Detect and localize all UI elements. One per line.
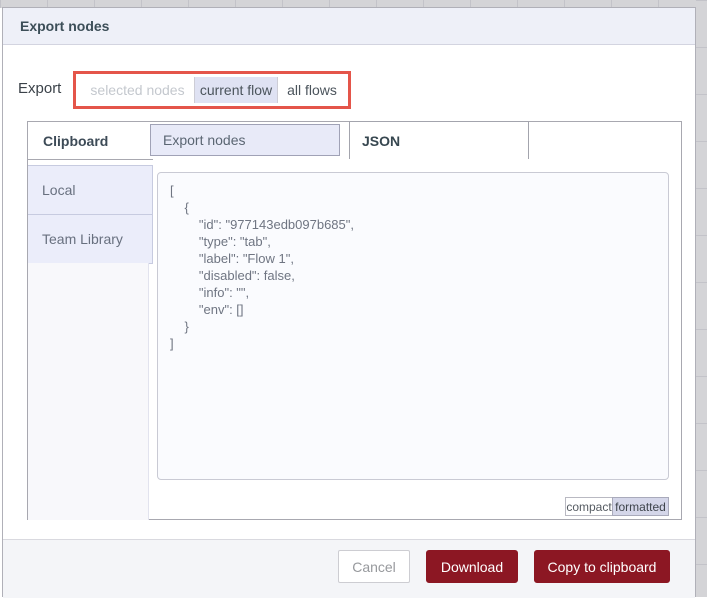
dialog-header: Export nodes <box>3 8 695 45</box>
json-export-preview[interactable]: [ { "id": "977143edb097b685", "type": "t… <box>157 172 669 480</box>
json-format-toggle: compact formatted <box>565 497 669 516</box>
export-scope-label: Export <box>18 80 62 97</box>
export-nodes-dialog: Export nodes Export selected nodes curre… <box>2 7 696 598</box>
json-line: } <box>170 319 189 334</box>
json-line: "id": "977143edb097b685", <box>170 217 354 232</box>
sidebar-empty-area <box>28 263 149 520</box>
format-compact-button[interactable]: compact <box>565 497 612 516</box>
json-line: { <box>170 200 189 215</box>
export-tabs-container: Clipboard Export nodes JSON Local Team L… <box>27 121 682 520</box>
json-line: "label": "Flow 1", <box>170 251 294 266</box>
format-formatted-button[interactable]: formatted <box>612 497 669 516</box>
json-line: "info": "", <box>170 285 250 300</box>
tab-json[interactable]: JSON <box>349 121 529 159</box>
tab-clipboard[interactable]: Clipboard <box>28 122 153 160</box>
json-line: ] <box>170 336 174 351</box>
sidebar-item-local[interactable]: Local <box>28 165 153 215</box>
dialog-title: Export nodes <box>20 18 110 34</box>
annotation-highlight-rectangle <box>73 71 351 109</box>
json-line: "type": "tab", <box>170 234 271 249</box>
cancel-button[interactable]: Cancel <box>338 550 410 583</box>
json-line: [ <box>170 183 174 198</box>
sidebar-item-team-library[interactable]: Team Library <box>28 214 153 264</box>
json-line: "env": [] <box>170 302 244 317</box>
workspace-grid-right <box>696 0 707 597</box>
tab-export-nodes[interactable]: Export nodes <box>150 124 340 156</box>
copy-to-clipboard-button[interactable]: Copy to clipboard <box>534 550 670 583</box>
download-button[interactable]: Download <box>426 550 518 583</box>
json-line: "disabled": false, <box>170 268 295 283</box>
